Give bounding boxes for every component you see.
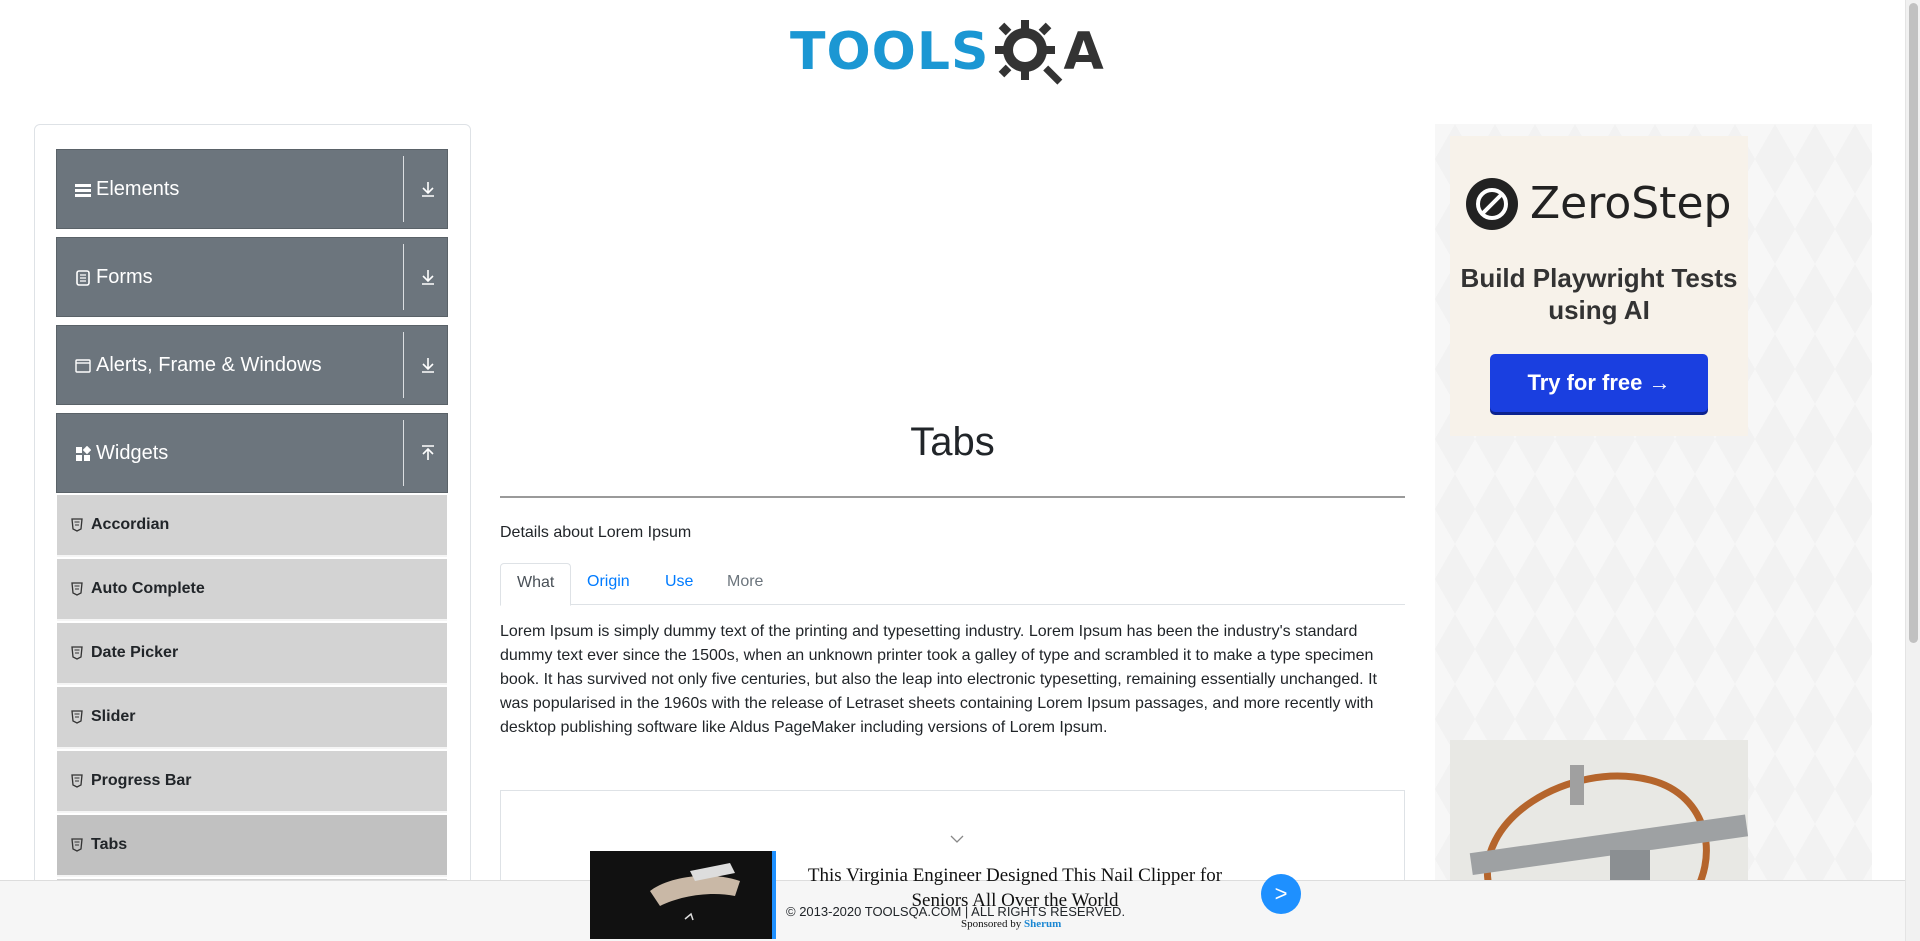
menu-group-label: Alerts, Frame & Windows bbox=[96, 354, 322, 376]
menu-item-label: Accordian bbox=[91, 516, 170, 533]
tab-content-text: Lorem Ipsum is simply dummy text of the … bbox=[500, 623, 1377, 736]
tab-more: More bbox=[727, 573, 764, 590]
chevron-down-icon[interactable] bbox=[950, 832, 964, 846]
tab-origin[interactable]: Origin bbox=[571, 563, 646, 605]
logo-text-a: A bbox=[1063, 22, 1104, 82]
title-divider bbox=[500, 496, 1405, 498]
header: TOOLS A bbox=[0, 0, 1905, 100]
html5-icon bbox=[71, 838, 83, 852]
divider bbox=[403, 244, 404, 310]
download-arrow-icon[interactable] bbox=[419, 268, 437, 286]
html5-icon bbox=[71, 710, 83, 724]
menu-item-label: Progress Bar bbox=[91, 772, 192, 789]
menu-item-label: Slider bbox=[91, 708, 136, 725]
left-menu-panel: Elements Forms Alerts, Frame & Windows W… bbox=[34, 124, 471, 941]
download-arrow-icon[interactable] bbox=[419, 180, 437, 198]
download-arrow-icon[interactable] bbox=[419, 356, 437, 374]
ad-next-button[interactable]: > bbox=[1261, 874, 1301, 914]
zerostep-logo-icon bbox=[1466, 178, 1518, 230]
menu-group-widgets[interactable]: Widgets bbox=[56, 413, 448, 493]
html5-icon bbox=[71, 518, 83, 532]
gear-magnifier-icon bbox=[995, 20, 1063, 85]
try-for-free-button[interactable]: Try for free → bbox=[1490, 354, 1708, 412]
hamburger-icon bbox=[74, 181, 92, 199]
html5-icon bbox=[71, 774, 83, 788]
menu-group-elements[interactable]: Elements bbox=[56, 149, 448, 229]
menu-item-label: Tabs bbox=[91, 836, 128, 853]
sponsored-by: Sponsored by Sherum bbox=[961, 918, 1061, 930]
menu-item-auto-complete[interactable]: Auto Complete bbox=[57, 559, 447, 621]
widgets-icon bbox=[74, 445, 92, 463]
window-icon bbox=[74, 357, 92, 375]
form-icon bbox=[74, 269, 92, 287]
divider bbox=[403, 332, 404, 398]
menu-item-label: Date Picker bbox=[91, 644, 179, 661]
menu-group-forms[interactable]: Forms bbox=[56, 237, 448, 317]
menu-group-alerts-frame-windows[interactable]: Alerts, Frame & Windows bbox=[56, 325, 448, 405]
menu-group-label: Widgets bbox=[96, 442, 169, 464]
vertical-scrollbar[interactable] bbox=[1905, 0, 1920, 941]
ad-accent-bar bbox=[772, 851, 776, 939]
tab-use[interactable]: Use bbox=[649, 563, 709, 605]
logo-text-tools: TOOLS bbox=[790, 22, 990, 82]
menu-group-label: Forms bbox=[96, 266, 153, 288]
divider bbox=[403, 420, 404, 486]
toolsqa-logo[interactable]: TOOLS A bbox=[790, 14, 1120, 90]
menu-item-accordian[interactable]: Accordian bbox=[57, 495, 447, 557]
menu-item-label: Auto Complete bbox=[91, 580, 205, 597]
copyright-text: © 2013-2020 TOOLSQA.COM | ALL RIGHTS RES… bbox=[786, 904, 1126, 919]
scrollbar-thumb[interactable] bbox=[1909, 3, 1918, 643]
menu-item-slider[interactable]: Slider bbox=[57, 687, 447, 749]
details-text: Details about Lorem Ipsum bbox=[500, 524, 692, 541]
menu-item-date-picker[interactable]: Date Picker bbox=[57, 623, 447, 685]
html5-icon bbox=[71, 646, 83, 660]
top-ad-slot bbox=[500, 124, 1405, 399]
tab-what[interactable]: What bbox=[500, 563, 572, 606]
divider bbox=[403, 156, 404, 222]
ad-thumbnail-image[interactable] bbox=[590, 851, 772, 939]
menu-group-label: Elements bbox=[96, 178, 180, 200]
sponsored-prefix: Sponsored by bbox=[961, 918, 1022, 930]
upload-arrow-icon[interactable] bbox=[419, 444, 437, 462]
tab-bar: What Origin Use More bbox=[500, 563, 1405, 606]
page: TOOLS A Elements Forms Alerts, Frame & W… bbox=[0, 0, 1920, 941]
html5-icon bbox=[71, 582, 83, 596]
sponsor-link[interactable]: Sherum bbox=[1024, 918, 1061, 930]
zerostep-brand: ZeroStep bbox=[1530, 178, 1732, 229]
menu-item-progress-bar[interactable]: Progress Bar bbox=[57, 751, 447, 813]
zerostep-tagline: Build Playwright Tests using AI bbox=[1460, 263, 1738, 325]
menu-item-tabs[interactable]: Tabs bbox=[57, 815, 447, 877]
page-title: Tabs bbox=[910, 420, 995, 464]
